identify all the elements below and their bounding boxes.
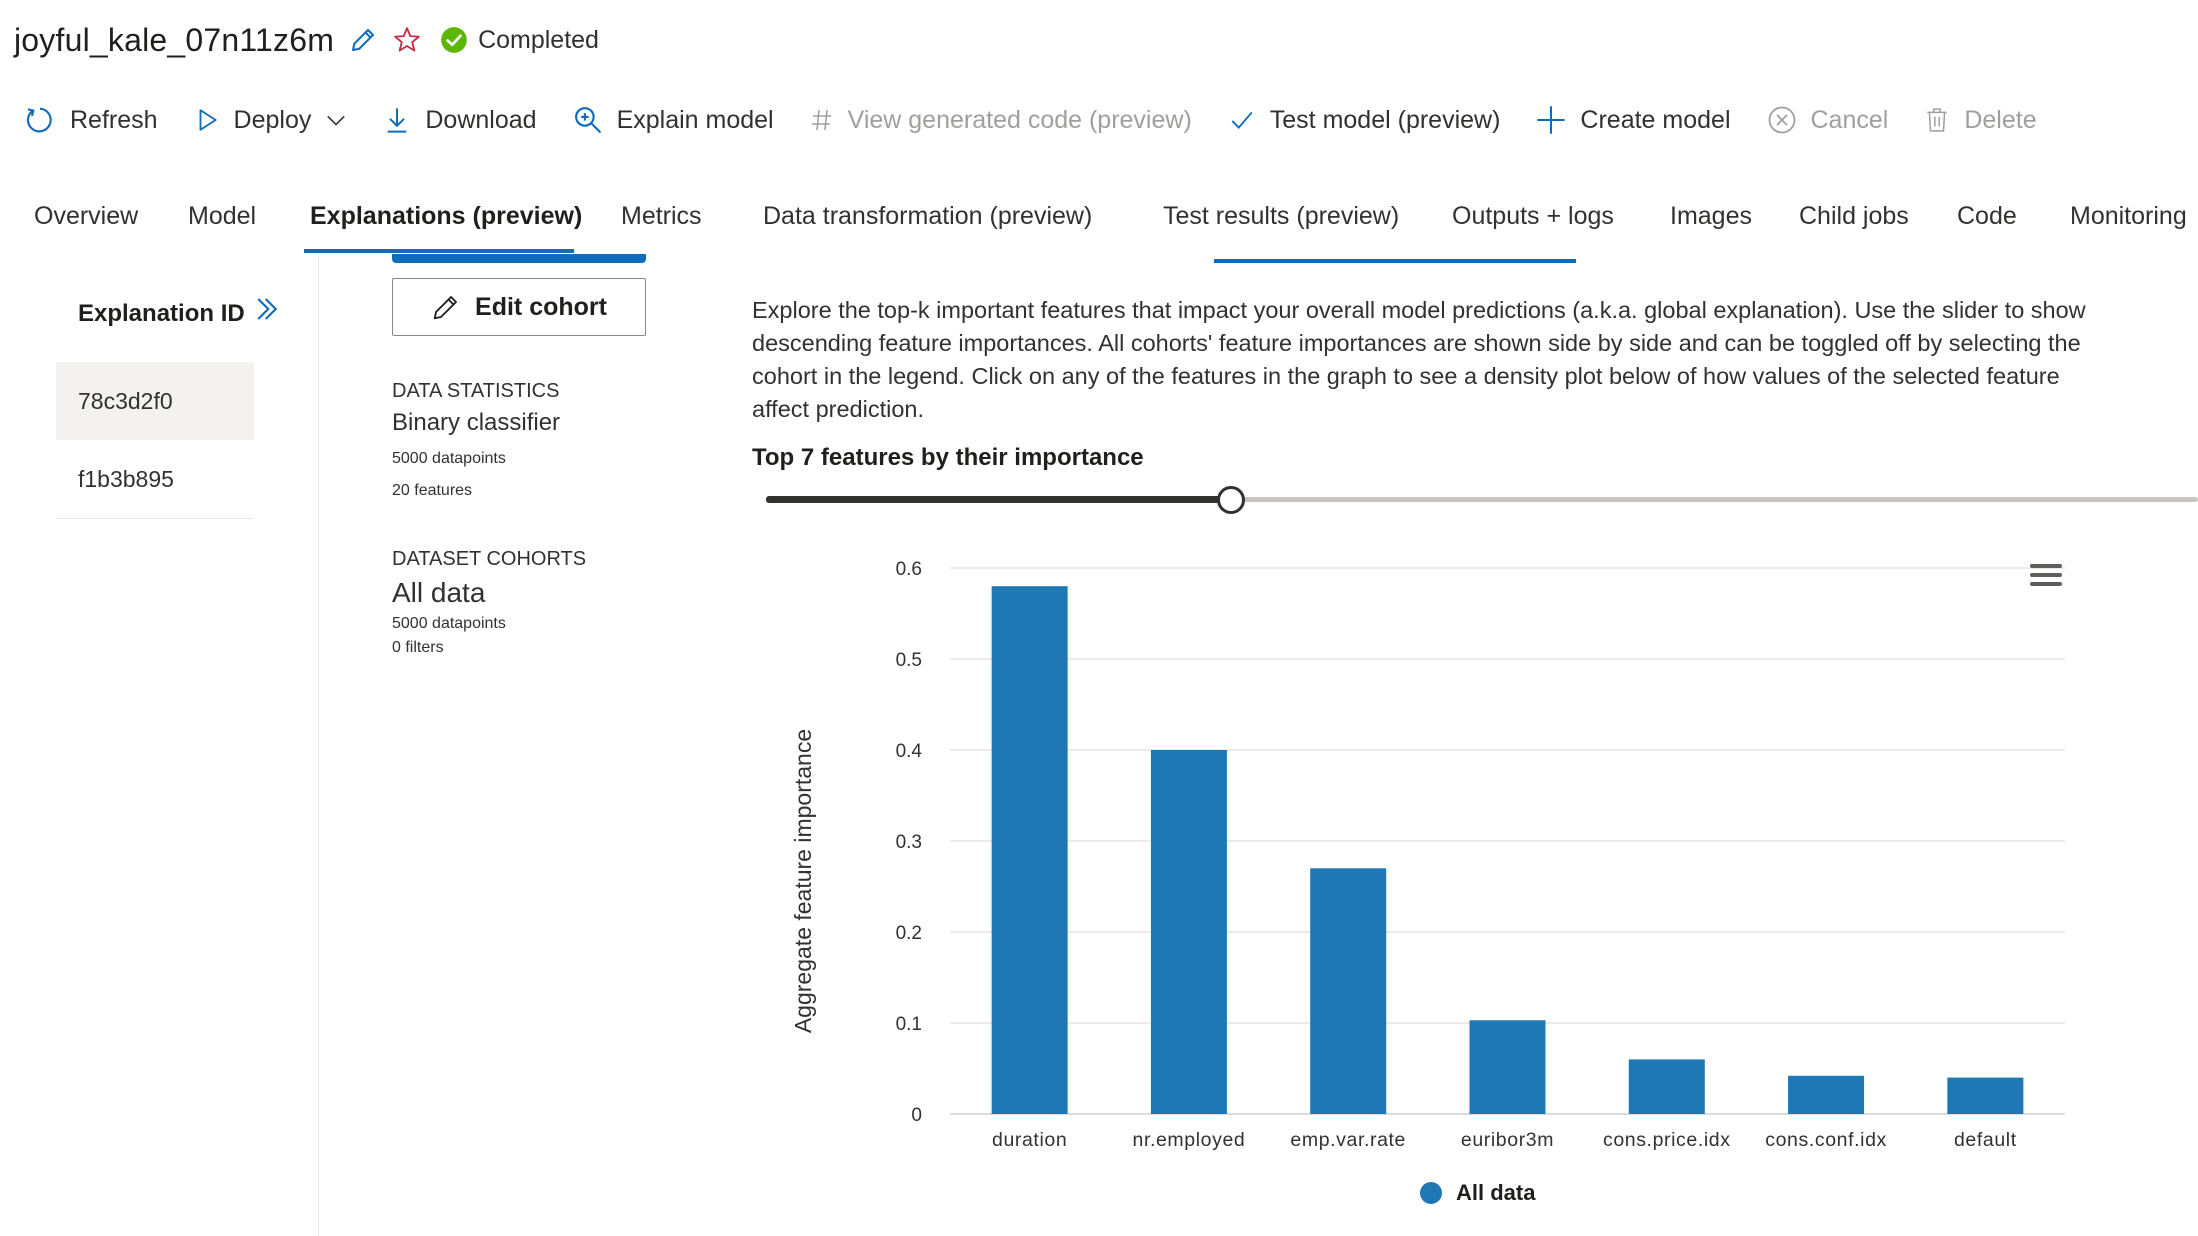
scroll-indicator bbox=[392, 254, 646, 263]
x-tick-label: nr.employed bbox=[1133, 1129, 1246, 1151]
tab-images[interactable]: Images bbox=[1670, 190, 1752, 242]
delete-button[interactable]: Delete bbox=[1924, 105, 2037, 135]
chart-menu-icon[interactable] bbox=[2030, 562, 2062, 593]
active-tab-indicator bbox=[304, 249, 574, 253]
chevron-down-icon[interactable] bbox=[325, 109, 347, 131]
y-axis-title: Aggregate feature importance bbox=[790, 729, 816, 1033]
cancel-circle-icon bbox=[1767, 105, 1797, 135]
deploy-button[interactable]: Deploy bbox=[194, 106, 348, 135]
edit-pencil-icon[interactable] bbox=[348, 25, 378, 55]
y-tick-label: 0.2 bbox=[896, 923, 922, 944]
top-k-slider-thumb[interactable] bbox=[1217, 486, 1246, 514]
zoom-search-icon bbox=[573, 105, 603, 135]
cohort-datapoints: 5000 datapoints bbox=[392, 615, 506, 632]
status-text: Completed bbox=[478, 25, 599, 54]
command-bar: Refresh Deploy Download Explain model Vi… bbox=[24, 96, 2073, 144]
datapoints-count: 5000 datapoints bbox=[392, 450, 506, 467]
bar[interactable] bbox=[1310, 868, 1387, 1114]
legend-label: All data bbox=[1456, 1180, 1536, 1205]
explanation-item[interactable]: 78c3d2f0 bbox=[56, 362, 254, 440]
edit-cohort-button[interactable]: Edit cohort bbox=[392, 278, 646, 336]
features-count: 20 features bbox=[392, 482, 473, 499]
chart-legend[interactable]: All data bbox=[1420, 1180, 1535, 1206]
classifier-type: Binary classifier bbox=[392, 409, 561, 436]
feature-importance-chart: 0 0.1 0.2 0.3 0.4 0.5 0.6 Aggregate feature imp… bbox=[790, 559, 2065, 1151]
plus-icon bbox=[1536, 105, 1566, 135]
tab-code[interactable]: Code bbox=[1957, 190, 2017, 242]
secondary-tab-indicator bbox=[1214, 259, 1576, 263]
star-icon[interactable] bbox=[392, 25, 422, 55]
x-tick-label: duration bbox=[992, 1129, 1067, 1151]
tab-metrics[interactable]: Metrics bbox=[621, 190, 702, 242]
page-header: joyful_kale_07n11z6m Completed bbox=[14, 16, 599, 64]
refresh-icon bbox=[24, 104, 56, 136]
y-tick-label: 0.1 bbox=[896, 1014, 922, 1035]
explanation-item[interactable]: f1b3b895 bbox=[56, 440, 254, 518]
bar[interactable] bbox=[1947, 1077, 2024, 1114]
y-tick-label: 0.6 bbox=[896, 559, 922, 580]
job-title: joyful_kale_07n11z6m bbox=[14, 21, 335, 58]
refresh-button[interactable]: Refresh bbox=[24, 104, 158, 136]
cancel-button[interactable]: Cancel bbox=[1767, 105, 1888, 135]
explanation-id-header: Explanation ID bbox=[78, 300, 245, 327]
tab-model[interactable]: Model bbox=[188, 190, 256, 242]
legend-marker bbox=[1420, 1182, 1442, 1204]
panel-divider bbox=[318, 255, 319, 1236]
x-tick-label: cons.conf.idx bbox=[1765, 1129, 1887, 1151]
x-tick-label: euribor3m bbox=[1461, 1129, 1554, 1151]
edit-pencil-icon bbox=[433, 296, 457, 320]
bar[interactable] bbox=[1628, 1059, 1705, 1114]
hashtag-icon bbox=[810, 107, 834, 133]
create-model-button[interactable]: Create model bbox=[1536, 105, 1731, 135]
cohort-name: All data bbox=[392, 577, 486, 608]
feature-importance-description: Explore the top-k important features tha… bbox=[752, 297, 2086, 422]
y-tick-label: 0.5 bbox=[896, 650, 922, 671]
download-icon bbox=[383, 105, 411, 135]
dataset-cohorts-label: DATASET COHORTS bbox=[392, 548, 587, 570]
download-button[interactable]: Download bbox=[383, 105, 537, 135]
bar[interactable] bbox=[1150, 750, 1227, 1114]
x-tick-label: emp.var.rate bbox=[1290, 1129, 1406, 1151]
bar[interactable] bbox=[991, 586, 1068, 1114]
top-k-slider-fill bbox=[766, 496, 1232, 503]
play-icon bbox=[194, 107, 220, 133]
data-statistics-label: DATA STATISTICS bbox=[392, 380, 560, 402]
tab-outputs-logs[interactable]: Outputs + logs bbox=[1452, 190, 1614, 242]
tab-strip: Overview Model Explanations (preview) Me… bbox=[0, 190, 2198, 263]
y-tick-label: 0.4 bbox=[896, 741, 923, 762]
x-tick-label: default bbox=[1954, 1129, 2017, 1151]
check-circle-icon bbox=[441, 27, 467, 53]
tab-overview[interactable]: Overview bbox=[34, 190, 138, 242]
tab-test-results[interactable]: Test results (preview) bbox=[1163, 190, 1399, 242]
tab-data-transformation[interactable]: Data transformation (preview) bbox=[763, 190, 1092, 242]
status-badge: Completed bbox=[440, 26, 599, 55]
checkmark-icon bbox=[1228, 107, 1256, 133]
y-tick-label: 0.3 bbox=[896, 832, 922, 853]
test-model-button[interactable]: Test model (preview) bbox=[1228, 106, 1500, 135]
explain-model-button[interactable]: Explain model bbox=[573, 105, 774, 135]
view-generated-code-button[interactable]: View generated code (preview) bbox=[810, 106, 1192, 135]
bar[interactable] bbox=[1469, 1020, 1546, 1114]
double-chevron-right-icon[interactable] bbox=[252, 294, 282, 329]
bar[interactable] bbox=[1788, 1075, 1865, 1114]
tab-explanations[interactable]: Explanations (preview) bbox=[310, 190, 582, 242]
y-tick-label: 0 bbox=[911, 1105, 922, 1126]
list-divider bbox=[56, 518, 254, 519]
trash-icon bbox=[1924, 105, 1950, 135]
cohort-filters: 0 filters bbox=[392, 639, 444, 656]
tab-child-jobs[interactable]: Child jobs bbox=[1799, 190, 1909, 242]
tab-monitoring[interactable]: Monitoring bbox=[2070, 190, 2187, 242]
x-tick-label: cons.price.idx bbox=[1603, 1129, 1731, 1151]
top-k-label: Top 7 features by their importance bbox=[752, 444, 1144, 471]
